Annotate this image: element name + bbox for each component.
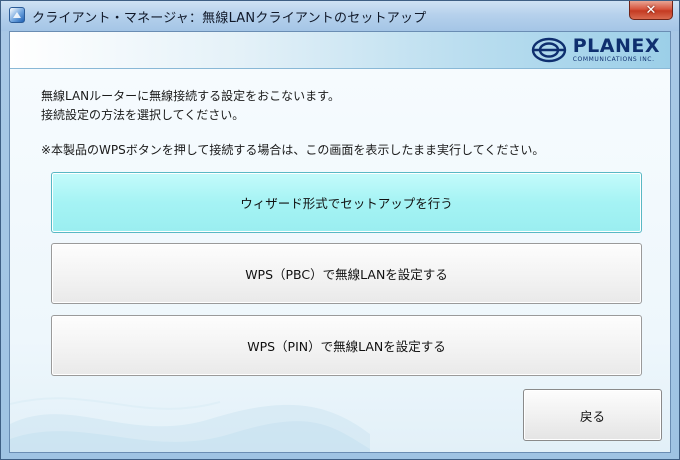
close-icon: ✕ <box>645 2 657 18</box>
app-icon <box>9 7 25 23</box>
title-bar[interactable]: クライアント・マネージャ：無線LANクライアントのセットアップ ✕ <box>1 1 679 31</box>
client-area: PLANEX COMMUNICATIONS INC. 無線LANルーターに無線接… <box>9 31 671 453</box>
window-title: クライアント・マネージャ：無線LANクライアントのセットアップ <box>32 11 427 26</box>
wps-pin-button[interactable]: WPS（PIN）で無線LANを設定する <box>51 315 642 376</box>
brand-tagline: COMMUNICATIONS INC. <box>572 56 655 63</box>
header-banner: PLANEX COMMUNICATIONS INC. <box>10 32 670 69</box>
planex-globe-icon <box>531 37 566 63</box>
instruction-line-1: 無線LANルーターに無線接続する設定をおこないます。 <box>41 89 340 103</box>
setup-window: クライアント・マネージャ：無線LANクライアントのセットアップ ✕ PLANEX… <box>0 0 680 460</box>
close-button[interactable]: ✕ <box>629 1 673 20</box>
wps-pbc-button[interactable]: WPS（PBC）で無線LANを設定する <box>51 243 642 304</box>
instruction-line-2: 接続設定の方法を選択してください。 <box>41 108 245 122</box>
wps-note: ※本製品のWPSボタンを押して接続する場合は、この画面を表示したまま実行してくだ… <box>41 143 545 157</box>
brand-name: PLANEX <box>572 35 660 57</box>
planex-logo: PLANEX COMMUNICATIONS INC. <box>531 35 660 65</box>
back-button[interactable]: 戻る <box>523 389 662 441</box>
decorative-wave <box>10 397 370 452</box>
wizard-setup-button[interactable]: ウィザード形式でセットアップを行う <box>51 172 642 233</box>
